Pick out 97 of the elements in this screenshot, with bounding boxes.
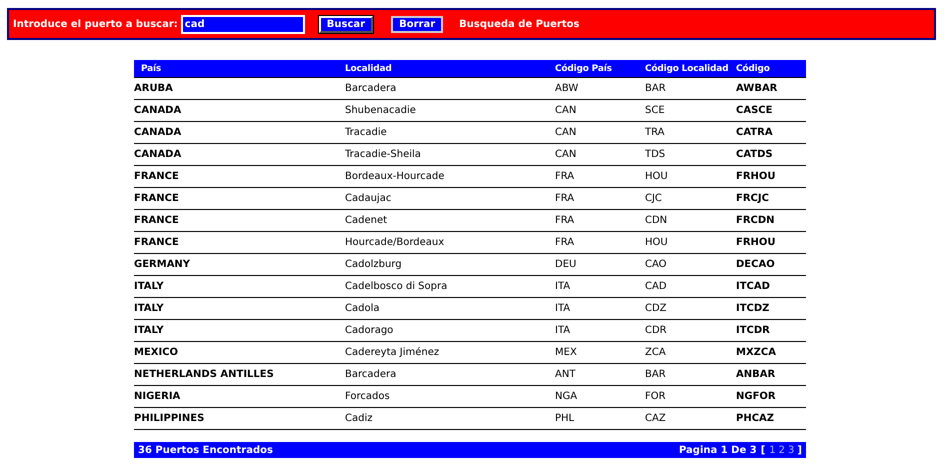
table-cell: ITCDZ: [736, 303, 770, 314]
table-cell-text: HOU: [645, 237, 669, 248]
table-cell-text: FRA: [555, 237, 576, 248]
table-cell-text: SCE: [645, 105, 666, 116]
table-cell-text: FRANCE: [134, 237, 180, 248]
results-count: 36 Puertos Encontrados: [138, 444, 273, 456]
table-cell-text: CDN: [645, 215, 668, 226]
table-cell-text: CANADA: [134, 105, 182, 116]
column-header: Localidad: [345, 64, 393, 74]
table-cell-text: Cadiz: [345, 413, 374, 424]
table-cell-text: Barcadera: [345, 369, 398, 380]
table-cell-text: CANADA: [134, 149, 182, 160]
table-cell-text: FOR: [645, 391, 667, 402]
table-cell-text: PHILIPPINES: [134, 413, 206, 424]
table-cell-text: CAZ: [645, 413, 667, 424]
table-cell-text: Barcadera: [345, 83, 398, 94]
table-cell-text: FRA: [555, 193, 576, 204]
table-cell-text: BAR: [645, 369, 667, 380]
search-field[interactable]: cad: [180, 14, 305, 34]
table-cell-text: Cadorago: [345, 325, 394, 336]
table-cell: FRCDN: [736, 215, 775, 226]
table-cell-text: Cadolzburg: [345, 259, 403, 270]
table-cell-text: Cadereyta Jiménez: [345, 347, 440, 358]
page-link[interactable]: 3: [788, 444, 794, 456]
table-cell: NGFOR: [736, 391, 776, 402]
table-cell-text: Tracadie: [345, 127, 388, 138]
table-cell-text: Hourcade/Bordeaux: [345, 237, 446, 248]
table-cell: AWBAR: [736, 83, 778, 94]
search-label: Introduce el puerto a buscar:: [13, 18, 178, 30]
table-cell-text: Cadaujac: [345, 193, 392, 204]
column-header: Código: [736, 64, 770, 74]
table-cell-text: Cadola: [345, 303, 380, 314]
page-link[interactable]: 2: [778, 444, 786, 456]
table-cell: ITCDR: [736, 325, 770, 336]
bracket: ]: [797, 444, 802, 456]
table-cell-text: ABW: [555, 83, 580, 94]
table-cell-text: Bordeaux-Hourcade: [345, 171, 446, 182]
table-cell-text: CANADA: [134, 127, 182, 138]
table-cell-text: MEXICO: [134, 347, 180, 358]
table-cell-text: CAN: [555, 105, 578, 116]
table-cell-text: CDZ: [645, 303, 668, 314]
table-cell: CASCE: [736, 105, 772, 116]
table-cell-text: ITALY: [134, 281, 165, 292]
table-cell-text: ITA: [555, 325, 572, 336]
table-cell-text: GERMANY: [134, 259, 192, 270]
table-cell-text: ITALY: [134, 303, 165, 314]
page-title: Busqueda de Puertos: [459, 18, 580, 30]
page-info: Pagina 1 De 3: [679, 444, 757, 456]
table-cell-text: NIGERIA: [134, 391, 182, 402]
table-cell-text: MEX: [555, 347, 578, 358]
page-link[interactable]: 1: [769, 444, 776, 456]
table-cell-text: Cadelbosco di Sopra: [345, 281, 448, 292]
search-button[interactable]: Buscar: [318, 16, 374, 32]
table-cell-text: ZCA: [645, 347, 667, 358]
clear-button[interactable]: Borrar: [391, 16, 444, 32]
table-cell: DECAO: [736, 259, 775, 270]
table-cell-text: Shubenacadie: [345, 105, 417, 116]
table-cell-text: FRANCE: [134, 171, 180, 182]
table-cell-text: FRA: [555, 171, 576, 182]
table-cell: ANBAR: [736, 369, 776, 380]
table-cell-text: FRANCE: [134, 215, 180, 226]
table-cell-text: CJC: [645, 193, 663, 204]
table-cell-text: Forcados: [345, 391, 391, 402]
table-cell-text: Tracadie-Sheila: [345, 149, 422, 160]
table-cell: PHCAZ: [736, 413, 774, 424]
column-header: Código País: [555, 64, 613, 74]
table-cell-text: BAR: [645, 83, 667, 94]
column-header: Código Localidad: [645, 64, 730, 74]
table-cell-text: CAN: [555, 127, 578, 138]
table-cell-text: CAN: [555, 149, 578, 160]
table-cell-text: Cadenet: [345, 215, 388, 226]
bracket: [: [760, 444, 766, 456]
table-cell-text: HOU: [645, 171, 669, 182]
table-cell-text: NGA: [555, 391, 578, 402]
table-cell-text: ARUBA: [134, 83, 174, 94]
column-header: País: [140, 64, 162, 74]
table-cell-text: CAD: [645, 281, 668, 292]
table-cell-text: TDS: [645, 149, 666, 160]
table-cell-text: DEU: [555, 259, 578, 270]
table-cell-text: TRA: [645, 127, 666, 138]
table-cell-text: CAO: [645, 259, 668, 270]
table-cell-text: ITA: [555, 281, 572, 292]
table-cell: FRCJC: [736, 193, 769, 204]
table-cell-text: CDR: [645, 325, 668, 336]
table-cell: FRHOU: [736, 237, 776, 248]
table-cell-text: FRANCE: [134, 193, 180, 204]
table-cell: CATDS: [736, 149, 773, 160]
table-cell-text: PHL: [555, 413, 576, 424]
table-cell: MXZCA: [736, 347, 776, 358]
table-cell: ITCAD: [736, 281, 770, 292]
table-cell-text: ITA: [555, 303, 572, 314]
table-cell-text: NETHERLANDS ANTILLES: [134, 369, 275, 380]
table-cell-text: FRA: [555, 215, 576, 226]
table-cell-text: ANT: [555, 369, 576, 380]
table-cell-text: ITALY: [134, 325, 165, 336]
table-cell: CATRA: [736, 127, 773, 138]
table-cell: FRHOU: [736, 171, 776, 182]
